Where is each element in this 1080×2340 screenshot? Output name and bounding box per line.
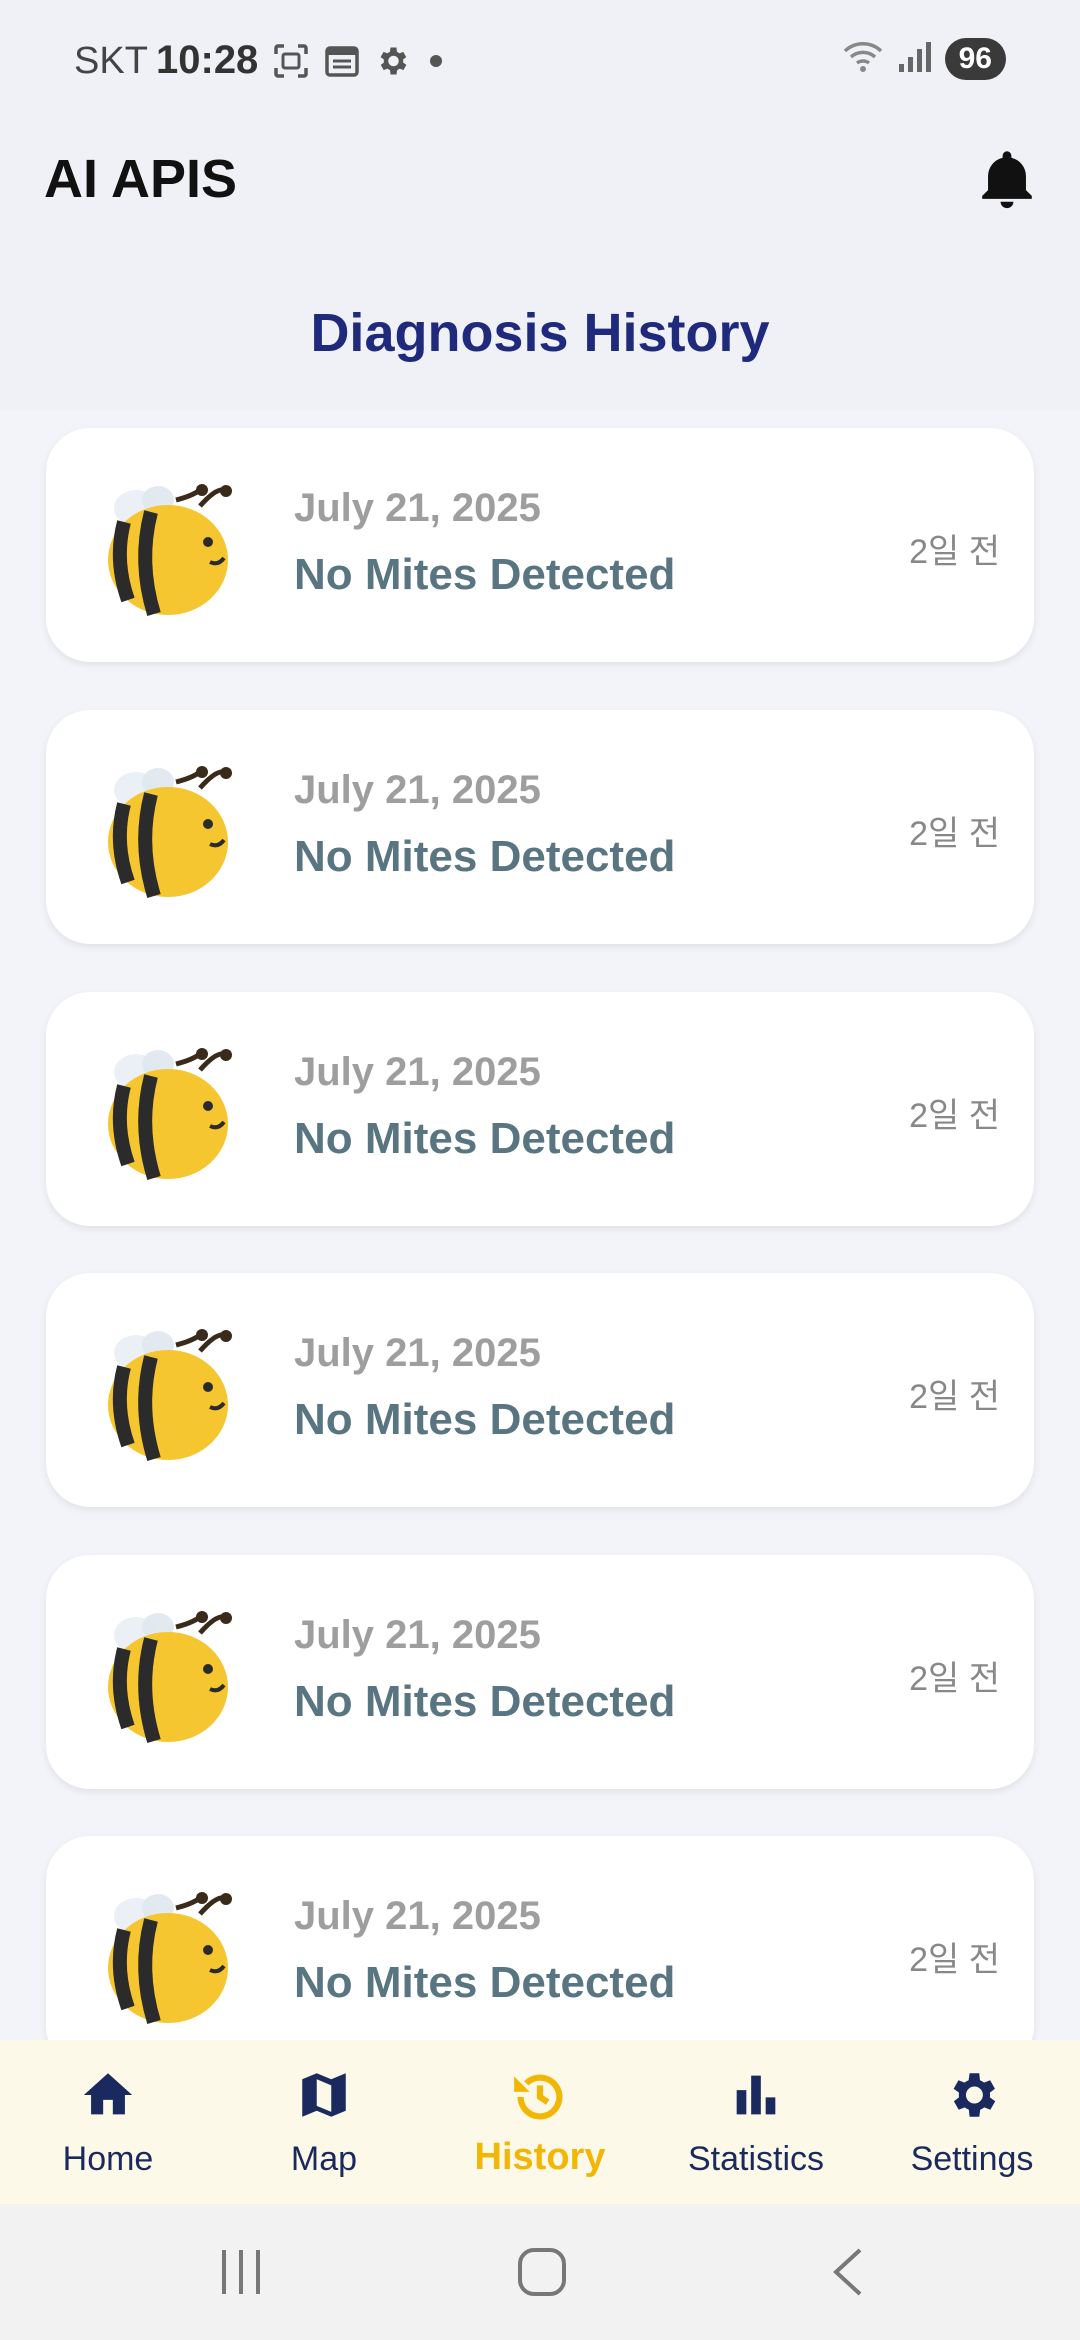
- nav-item-settings[interactable]: Settings: [864, 2040, 1080, 2204]
- diagnosis-result: No Mites Detected: [294, 1114, 676, 1163]
- screenshot-icon: [272, 42, 310, 85]
- bee-icon: [96, 470, 246, 620]
- diagnosis-result: No Mites Detected: [294, 1677, 676, 1726]
- diagnosis-date: July 21, 2025: [294, 1331, 541, 1375]
- page-title: Diagnosis History: [310, 303, 770, 363]
- relative-time: 2일 전: [909, 533, 1000, 571]
- history-card[interactable]: July 21, 2025 No Mites Detected 2일 전: [46, 1555, 1034, 1789]
- history-card[interactable]: July 21, 2025 No Mites Detected 2일 전: [46, 710, 1034, 944]
- nav-label-settings: Settings: [910, 2140, 1034, 2178]
- dot-icon: [424, 49, 448, 78]
- diagnosis-date: July 21, 2025: [294, 1050, 541, 1094]
- history-card[interactable]: July 21, 2025 No Mites Detected 2일 전: [46, 1836, 1034, 2040]
- nav-label-home: Home: [62, 2140, 154, 2178]
- diagnosis-result: No Mites Detected: [294, 1395, 676, 1444]
- app-title: AI APIS: [44, 149, 238, 209]
- app-bar: AI APIS: [0, 122, 1080, 262]
- relative-time: 2일 전: [909, 1378, 1000, 1416]
- bottom-navigation: Home Map History Statistics Settings: [0, 2040, 1080, 2204]
- relative-time: 2일 전: [909, 815, 1000, 853]
- history-icon: [514, 2074, 563, 2120]
- home-icon: [83, 2073, 133, 2115]
- wifi-icon: [841, 39, 885, 80]
- signal-icon: [897, 40, 933, 79]
- relative-time: 2일 전: [909, 1660, 1000, 1698]
- diagnosis-date: July 21, 2025: [294, 1613, 541, 1657]
- nav-item-history[interactable]: History: [432, 2040, 648, 2204]
- bell-icon[interactable]: [972, 144, 1042, 214]
- bee-icon: [96, 1315, 246, 1465]
- recent-apps-button[interactable]: [216, 2246, 266, 2303]
- page-header: Diagnosis History: [0, 262, 1080, 410]
- carrier-label: SKT: [74, 40, 148, 82]
- diagnosis-result: No Mites Detected: [294, 1958, 676, 2007]
- status-icons: [272, 42, 448, 85]
- home-button[interactable]: [516, 2246, 568, 2303]
- nav-label-map: Map: [290, 2140, 358, 2178]
- bee-icon: [96, 1034, 246, 1184]
- diagnosis-date: July 21, 2025: [294, 486, 541, 530]
- relative-time: 2일 전: [909, 1941, 1000, 1979]
- nav-item-home[interactable]: Home: [0, 2040, 216, 2204]
- clock: 10:28: [156, 38, 259, 82]
- battery-indicator: 96: [944, 38, 1006, 80]
- status-bar: SKT 10:28 96: [0, 0, 1080, 122]
- bee-icon: [96, 1597, 246, 1747]
- gear-icon: [374, 43, 410, 84]
- nav-item-statistics[interactable]: Statistics: [648, 2040, 864, 2204]
- bar-chart-icon: [736, 2075, 776, 2115]
- history-list[interactable]: July 21, 2025 No Mites Detected 2일 전 Jul…: [0, 410, 1080, 2040]
- diagnosis-result: No Mites Detected: [294, 832, 676, 881]
- status-right: 96: [841, 38, 1006, 80]
- nav-label-statistics: Statistics: [687, 2140, 825, 2178]
- bee-icon: [96, 752, 246, 902]
- diagnosis-date: July 21, 2025: [294, 1894, 541, 1938]
- map-icon: [302, 2073, 346, 2117]
- history-card[interactable]: July 21, 2025 No Mites Detected 2일 전: [46, 428, 1034, 662]
- relative-time: 2일 전: [909, 1097, 1000, 1135]
- nav-item-map[interactable]: Map: [216, 2040, 432, 2204]
- history-card[interactable]: July 21, 2025 No Mites Detected 2일 전: [46, 1273, 1034, 1507]
- system-navigation-bar: [0, 2204, 1080, 2340]
- diagnosis-date: July 21, 2025: [294, 768, 541, 812]
- history-card[interactable]: July 21, 2025 No Mites Detected 2일 전: [46, 992, 1034, 1226]
- bee-icon: [96, 1878, 246, 2028]
- gear-icon: [953, 2073, 996, 2117]
- back-button[interactable]: [826, 2246, 870, 2303]
- diagnosis-result: No Mites Detected: [294, 550, 676, 599]
- calendar-icon: [324, 43, 360, 84]
- nav-label-history: History: [474, 2136, 606, 2178]
